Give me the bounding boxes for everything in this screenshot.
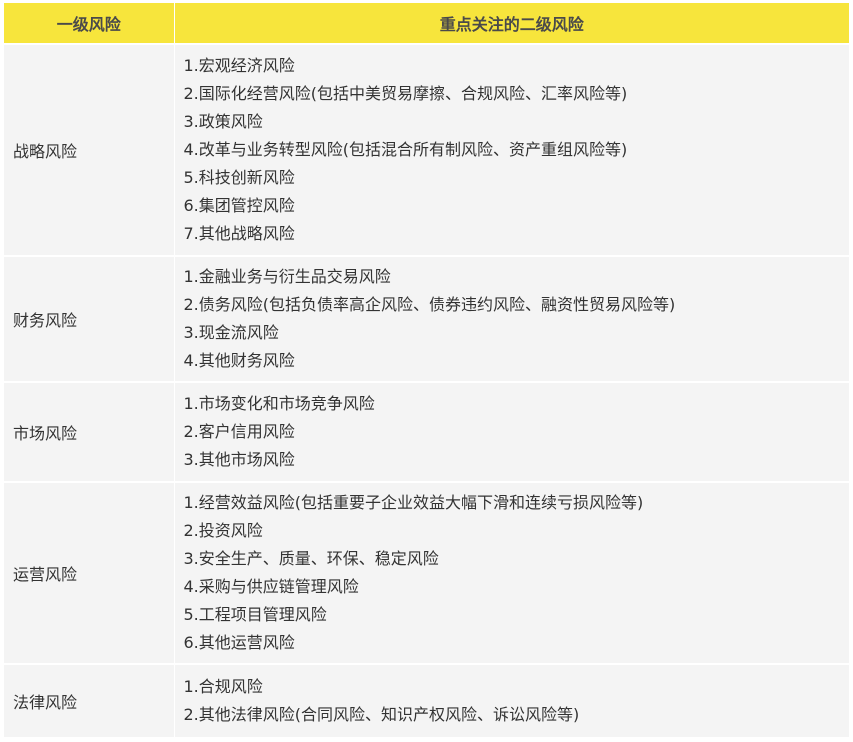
header-primary-risk: 一级风险 [4, 3, 175, 44]
secondary-risk-list: 1.经营效益风险(包括重要子企业效益大幅下滑和连续亏损风险等) 2.投资风险 3… [175, 489, 850, 657]
list-item: 1.宏观经济风险 [183, 56, 295, 75]
list-item: 1.市场变化和市场竞争风险 [183, 394, 375, 413]
primary-risk-cell: 法律风险 [4, 663, 175, 737]
primary-risk-cell: 战略风险 [4, 43, 175, 256]
primary-risk-cell: 财务风险 [4, 255, 175, 382]
list-item: 1.经营效益风险(包括重要子企业效益大幅下滑和连续亏损风险等) [183, 493, 644, 512]
list-item: 6.其他运营风险 [183, 633, 295, 652]
list-item: 4.采购与供应链管理风险 [183, 577, 359, 596]
table-row: 财务风险 1.金融业务与衍生品交易风险 2.债务风险(包括负债率高企风险、债券违… [4, 255, 850, 382]
secondary-risk-list: 1.金融业务与衍生品交易风险 2.债务风险(包括负债率高企风险、债券违约风险、融… [175, 263, 850, 375]
list-item: 4.其他财务风险 [183, 351, 295, 370]
table-row: 战略风险 1.宏观经济风险 2.国际化经营风险(包括中美贸易摩擦、合规风险、汇率… [4, 43, 850, 256]
table-row: 法律风险 1.合规风险 2.其他法律风险(合同风险、知识产权风险、诉讼风险等) [4, 663, 850, 737]
list-item: 1.金融业务与衍生品交易风险 [183, 267, 391, 286]
list-item: 2.客户信用风险 [183, 422, 295, 441]
primary-risk-cell: 运营风险 [4, 481, 175, 664]
list-item: 3.政策风险 [183, 112, 263, 131]
secondary-risk-cell: 1.合规风险 2.其他法律风险(合同风险、知识产权风险、诉讼风险等) [174, 663, 850, 737]
list-item: 2.其他法律风险(合同风险、知识产权风险、诉讼风险等) [183, 705, 580, 724]
list-item: 3.现金流风险 [183, 323, 279, 342]
secondary-risk-list: 1.宏观经济风险 2.国际化经营风险(包括中美贸易摩擦、合规风险、汇率风险等) … [175, 52, 850, 248]
list-item: 5.科技创新风险 [183, 168, 295, 187]
list-item: 4.改革与业务转型风险(包括混合所有制风险、资产重组风险等) [183, 140, 628, 159]
list-item: 7.其他战略风险 [183, 224, 295, 243]
list-item: 3.安全生产、质量、环保、稳定风险 [183, 549, 439, 568]
header-secondary-risk: 重点关注的二级风险 [174, 3, 849, 44]
table-row: 市场风险 1.市场变化和市场竞争风险 2.客户信用风险 3.其他市场风险 [4, 381, 850, 482]
list-item: 6.集团管控风险 [183, 196, 295, 215]
secondary-risk-cell: 1.宏观经济风险 2.国际化经营风险(包括中美贸易摩擦、合规风险、汇率风险等) … [174, 43, 850, 256]
list-item: 5.工程项目管理风险 [183, 605, 327, 624]
list-item: 2.债务风险(包括负债率高企风险、债券违约风险、融资性贸易风险等) [183, 295, 676, 314]
primary-risk-cell: 市场风险 [4, 381, 175, 482]
risk-table: 一级风险 重点关注的二级风险 战略风险 1.宏观经济风险 2.国际化经营风险(包… [4, 3, 849, 737]
secondary-risk-cell: 1.市场变化和市场竞争风险 2.客户信用风险 3.其他市场风险 [174, 381, 850, 482]
table-row: 运营风险 1.经营效益风险(包括重要子企业效益大幅下滑和连续亏损风险等) 2.投… [4, 481, 850, 664]
secondary-risk-list: 1.市场变化和市场竞争风险 2.客户信用风险 3.其他市场风险 [175, 390, 850, 474]
secondary-risk-list: 1.合规风险 2.其他法律风险(合同风险、知识产权风险、诉讼风险等) [175, 673, 850, 729]
list-item: 2.投资风险 [183, 521, 263, 540]
secondary-risk-cell: 1.金融业务与衍生品交易风险 2.债务风险(包括负债率高企风险、债券违约风险、融… [174, 255, 850, 382]
list-item: 2.国际化经营风险(包括中美贸易摩擦、合规风险、汇率风险等) [183, 84, 628, 103]
list-item: 1.合规风险 [183, 677, 263, 696]
list-item: 3.其他市场风险 [183, 450, 295, 469]
table-header-row: 一级风险 重点关注的二级风险 [4, 3, 849, 44]
secondary-risk-cell: 1.经营效益风险(包括重要子企业效益大幅下滑和连续亏损风险等) 2.投资风险 3… [174, 481, 850, 664]
